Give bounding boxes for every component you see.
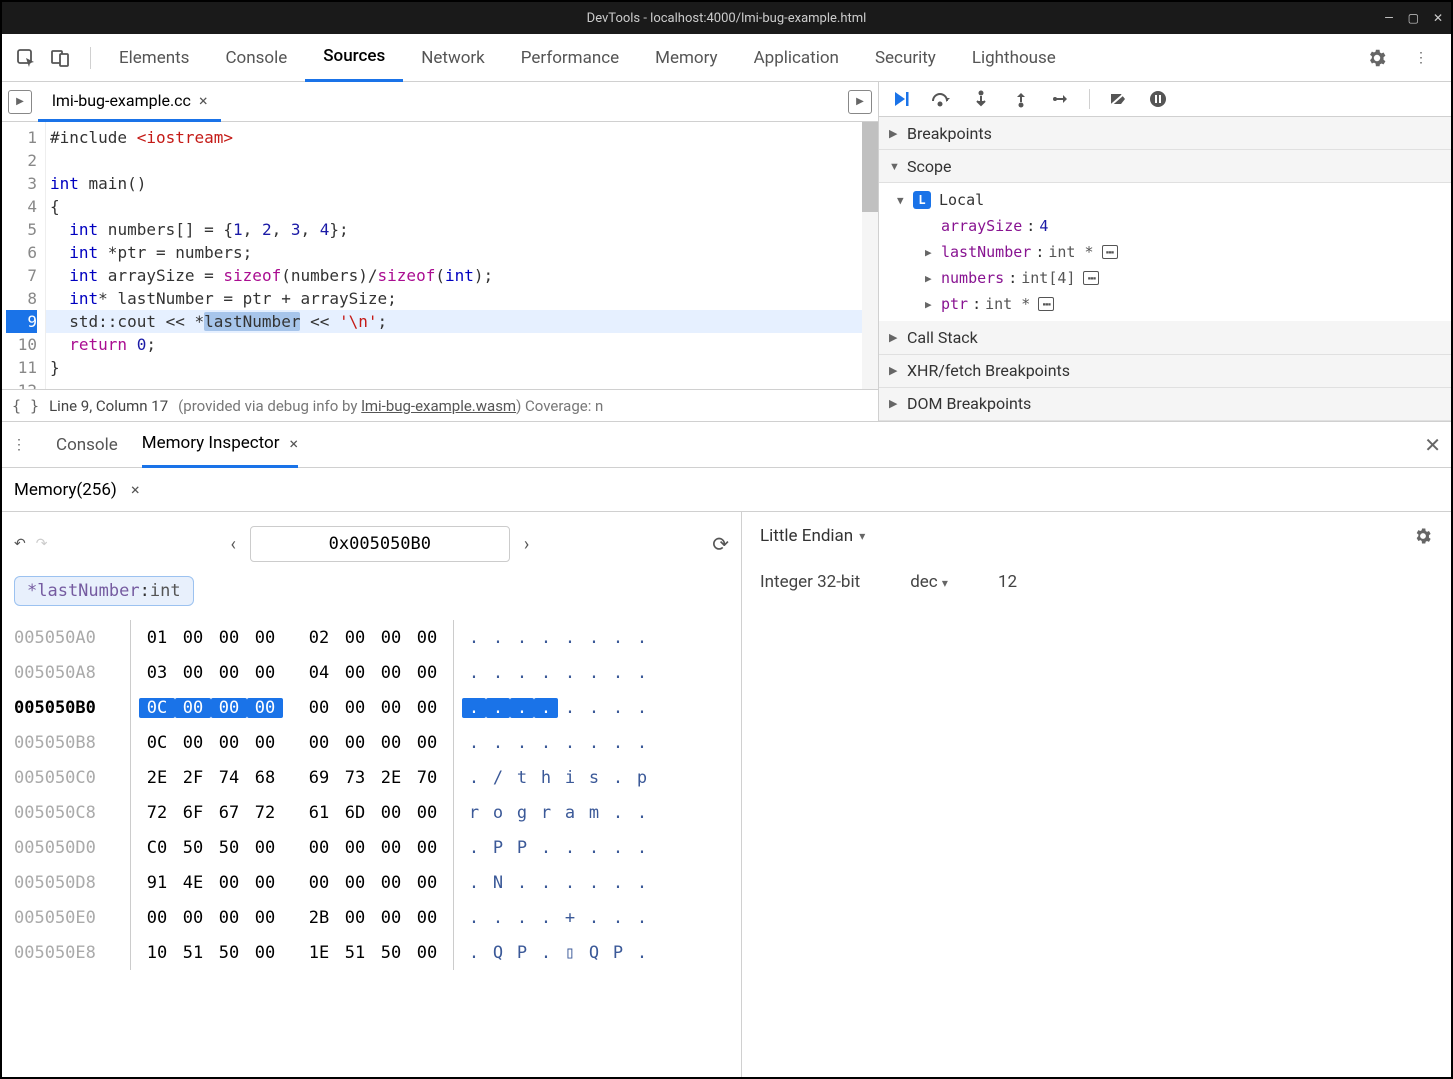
scope-var-arraySize[interactable]: arraySize: 4	[897, 213, 1451, 239]
window-title: DevTools - localhost:4000/lmi-bug-exampl…	[587, 11, 867, 26]
drawer-close-icon[interactable]: ✕	[1424, 433, 1441, 457]
scope-var-lastNumber[interactable]: ▶lastNumber: int *	[897, 239, 1451, 265]
next-page-icon[interactable]: ›	[514, 534, 539, 555]
hex-row[interactable]: 005050E8105150001E515000.QP.▯QP.	[14, 935, 729, 970]
device-toggle-icon[interactable]	[46, 44, 74, 72]
scope-body: ▼LLocal arraySize: 4▶lastNumber: int *▶n…	[879, 183, 1451, 321]
tab-lighthouse[interactable]: Lighthouse	[954, 34, 1074, 82]
memory-chip-icon[interactable]	[1102, 245, 1118, 259]
value-interpreter-pane: Little Endian ▾ Integer 32-bit dec ▾ 12	[742, 512, 1451, 1077]
tab-console[interactable]: Console	[207, 34, 305, 82]
close-icon[interactable]: ×	[131, 480, 140, 499]
hex-row[interactable]: 005050B00C00000000000000........	[14, 690, 729, 725]
inspect-element-icon[interactable]	[12, 44, 40, 72]
hex-grid[interactable]: 005050A00100000002000000........005050A8…	[14, 620, 729, 970]
cursor-position: Line 9, Column 17	[49, 397, 168, 415]
tab-performance[interactable]: Performance	[503, 34, 637, 82]
sources-navigator-toggle-icon[interactable]: ▶	[8, 90, 32, 114]
history-forward-icon: ↷	[36, 536, 48, 552]
memory-buffer-tab[interactable]: Memory(256) ×	[14, 480, 140, 500]
hex-nav: ↶ ↷ ‹ › ⟳	[14, 526, 729, 562]
address-input[interactable]	[250, 526, 510, 562]
window-close-icon[interactable]: ✕	[1433, 11, 1443, 25]
value-type-label: Integer 32-bit	[760, 572, 860, 592]
value-format-select[interactable]: dec ▾	[910, 572, 948, 592]
step-over-icon[interactable]	[929, 87, 953, 111]
xhr-breakpoints-section[interactable]: ▶XHR/fetch Breakpoints	[879, 355, 1451, 388]
value-settings-icon[interactable]	[1413, 526, 1433, 546]
window-titlebar: DevTools - localhost:4000/lmi-bug-exampl…	[2, 2, 1451, 34]
step-icon[interactable]	[1049, 87, 1073, 111]
chevron-down-icon: ▾	[859, 529, 865, 543]
devtools-tab-strip: ElementsConsoleSourcesNetworkPerformance…	[2, 34, 1451, 82]
hex-pane: ↶ ↷ ‹ › ⟳ *lastNumber: int 005050A001000…	[2, 512, 742, 1077]
callstack-section[interactable]: ▶Call Stack	[879, 321, 1451, 354]
debugger-pane: ▶Breakpoints ▼Scope ▼LLocal arraySize: 4…	[879, 82, 1451, 421]
scope-section[interactable]: ▼Scope	[879, 150, 1451, 183]
pointer-chip[interactable]: *lastNumber: int	[14, 576, 194, 606]
tab-network[interactable]: Network	[403, 34, 503, 82]
scope-local-row[interactable]: ▼LLocal	[897, 187, 1451, 213]
hex-row[interactable]: 005050C02E2F746869732E70./this.p	[14, 760, 729, 795]
dom-breakpoints-section[interactable]: ▶DOM Breakpoints	[879, 388, 1451, 421]
history-back-icon[interactable]: ↶	[14, 536, 26, 552]
hex-row[interactable]: 005050A80300000004000000........	[14, 655, 729, 690]
local-badge-icon: L	[913, 191, 931, 209]
window-maximize-icon[interactable]: ▢	[1408, 11, 1419, 25]
tab-elements[interactable]: Elements	[101, 34, 207, 82]
step-out-icon[interactable]	[1009, 87, 1033, 111]
scope-var-numbers[interactable]: ▶numbers: int[4]	[897, 265, 1451, 291]
hex-row[interactable]: 005050B80C00000000000000........	[14, 725, 729, 760]
interpreted-value: 12	[998, 572, 1017, 592]
resume-icon[interactable]	[889, 87, 913, 111]
pause-on-exceptions-icon[interactable]	[1146, 87, 1170, 111]
endianness-select[interactable]: Little Endian ▾	[760, 526, 865, 546]
wasm-link[interactable]: lmi-bug-example.wasm	[361, 397, 516, 415]
breakpoints-section[interactable]: ▶Breakpoints	[879, 117, 1451, 150]
step-into-icon[interactable]	[969, 87, 993, 111]
hex-row[interactable]: 005050E0000000002B000000....+...	[14, 900, 729, 935]
window-minimize-icon[interactable]: —	[1384, 11, 1393, 25]
source-file-tab-label: lmi-bug-example.cc	[52, 91, 191, 110]
tab-sources[interactable]: Sources	[305, 34, 403, 82]
close-icon[interactable]: ×	[290, 434, 299, 453]
settings-icon[interactable]	[1363, 44, 1391, 72]
drawer-memory-inspector-tab[interactable]: Memory Inspector ×	[142, 422, 298, 468]
code-gutter[interactable]: 123456789101112	[2, 122, 46, 389]
drawer-menu-icon[interactable]: ⋮	[12, 437, 26, 453]
close-icon[interactable]: ×	[199, 91, 208, 110]
memory-chip-icon[interactable]	[1083, 271, 1099, 285]
code-scrollbar[interactable]	[862, 122, 878, 389]
hex-row[interactable]: 005050C8726F6772616D0000rogram..	[14, 795, 729, 830]
deactivate-breakpoints-icon[interactable]	[1106, 87, 1130, 111]
sources-more-icon[interactable]: ▶	[848, 90, 872, 114]
debugger-toolbar	[879, 82, 1451, 117]
prev-page-icon[interactable]: ‹	[220, 534, 245, 555]
hex-row[interactable]: 005050D8914E000000000000.N......	[14, 865, 729, 900]
refresh-icon[interactable]: ⟳	[712, 532, 729, 556]
hex-row[interactable]: 005050D0C050500000000000.PP.....	[14, 830, 729, 865]
scope-var-ptr[interactable]: ▶ptr: int *	[897, 291, 1451, 317]
tab-security[interactable]: Security	[857, 34, 954, 82]
pretty-print-icon[interactable]: { }	[12, 397, 39, 415]
drawer-console-tab[interactable]: Console	[56, 422, 118, 468]
editor-status-bar: { } Line 9, Column 17 (provided via debu…	[2, 389, 878, 421]
more-menu-icon[interactable]: ⋮	[1407, 44, 1435, 72]
tab-memory[interactable]: Memory	[637, 34, 735, 82]
tab-application[interactable]: Application	[736, 34, 857, 82]
sources-code-pane: ▶ lmi-bug-example.cc × ▶ 123456789101112…	[2, 82, 879, 421]
chevron-down-icon: ▾	[942, 576, 948, 590]
drawer-tab-strip: ⋮ Console Memory Inspector × ✕	[2, 422, 1451, 468]
hex-row[interactable]: 005050A00100000002000000........	[14, 620, 729, 655]
memory-buffer-tab-row: Memory(256) ×	[2, 468, 1451, 512]
memory-chip-icon[interactable]	[1038, 297, 1054, 311]
code-editor[interactable]: #include <iostream>int main(){ int numbe…	[46, 122, 878, 389]
source-file-tab[interactable]: lmi-bug-example.cc ×	[38, 82, 221, 122]
